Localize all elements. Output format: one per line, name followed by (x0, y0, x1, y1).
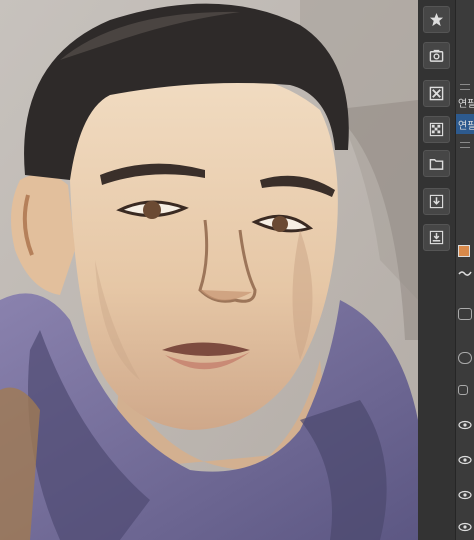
checker-icon (429, 122, 444, 137)
main-color-swatch[interactable] (458, 245, 470, 257)
eye-icon[interactable] (458, 455, 472, 465)
brush-stroke-icon (458, 271, 472, 276)
panel-grip-handle[interactable] (460, 142, 470, 148)
download-tray-icon (429, 230, 444, 245)
drawing-canvas[interactable] (0, 0, 418, 540)
eye-icon[interactable] (458, 490, 472, 500)
pattern-material-button[interactable] (423, 116, 450, 143)
app-window: 연필 연필 (0, 0, 474, 540)
layer-item-label: 연필 (458, 121, 474, 132)
layer-item[interactable]: 연필 (456, 92, 474, 112)
layer-lock-checkbox[interactable] (458, 385, 468, 395)
folder-icon (429, 159, 444, 170)
close-material-button[interactable] (423, 80, 450, 107)
download-icon (429, 194, 444, 209)
layer-item-label: 연필 (458, 99, 474, 110)
export-material-button[interactable] (423, 224, 450, 251)
layer-panel: 연필 연필 (456, 0, 474, 540)
eye-icon[interactable] (458, 522, 472, 532)
folder-material-button[interactable] (423, 150, 450, 177)
layer-reference-button[interactable] (458, 352, 472, 364)
layer-item-active[interactable]: 연필 (456, 114, 474, 134)
import-material-button[interactable] (423, 188, 450, 215)
star-icon (429, 12, 444, 27)
eye-icon[interactable] (458, 420, 472, 430)
close-icon (429, 86, 444, 101)
favorite-material-button[interactable] (423, 6, 450, 33)
camera-material-button[interactable] (423, 42, 450, 69)
material-toolstrip (418, 0, 456, 540)
camera-icon (429, 49, 444, 62)
panel-grip-handle[interactable] (460, 84, 470, 90)
right-dock: 연필 연필 (418, 0, 474, 540)
portrait-artwork (0, 0, 418, 540)
layer-mask-button[interactable] (458, 308, 472, 320)
